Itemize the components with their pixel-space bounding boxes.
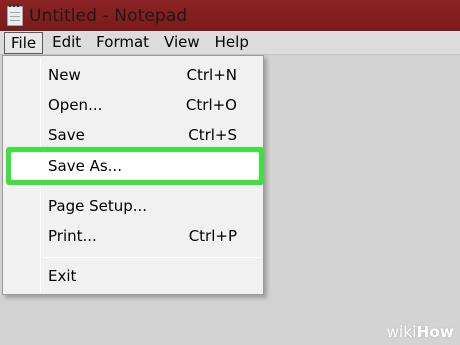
menu-item-label: Open... — [48, 96, 103, 114]
menu-separator — [43, 257, 261, 258]
menu-edit[interactable]: Edit — [46, 32, 87, 54]
menu-item-label: Page Setup... — [48, 197, 148, 215]
menu-item-save[interactable]: Save Ctrl+S — [3, 120, 263, 150]
menu-item-shortcut: Ctrl+N — [186, 66, 237, 84]
menu-item-print[interactable]: Print... Ctrl+P — [3, 221, 263, 251]
menu-item-label: Print... — [48, 227, 97, 245]
menu-format[interactable]: Format — [90, 32, 155, 54]
menu-item-label: Save — [48, 126, 85, 144]
menu-item-label: Save As... — [48, 157, 122, 175]
menu-item-save-as[interactable]: Save As... — [3, 151, 263, 181]
menu-item-exit[interactable]: Exit — [3, 261, 263, 291]
menu-item-label: New — [48, 66, 81, 84]
file-menu-dropdown: New Ctrl+N Open... Ctrl+O Save Ctrl+S Sa… — [2, 55, 264, 295]
watermark-wiki: wiki — [386, 323, 417, 341]
title-bar: Untitled - Notepad — [0, 0, 460, 31]
menu-bar: File Edit Format View Help — [0, 31, 460, 55]
watermark-how: How — [416, 323, 454, 341]
menu-view[interactable]: View — [158, 32, 206, 54]
menu-item-shortcut: Ctrl+P — [188, 227, 237, 245]
menu-item-shortcut: Ctrl+S — [188, 126, 237, 144]
menu-help[interactable]: Help — [209, 32, 255, 54]
notepad-icon — [7, 3, 23, 26]
menu-item-new[interactable]: New Ctrl+N — [3, 60, 263, 90]
menu-item-shortcut: Ctrl+O — [185, 96, 237, 114]
menu-separator — [43, 189, 261, 190]
menu-file[interactable]: File — [4, 31, 44, 54]
menu-item-page-setup[interactable]: Page Setup... — [3, 191, 263, 221]
menu-item-label: Exit — [48, 267, 77, 285]
menu-item-open[interactable]: Open... Ctrl+O — [3, 90, 263, 120]
wikihow-watermark: wikiHow — [387, 323, 454, 341]
window-title: Untitled - Notepad — [29, 5, 188, 26]
